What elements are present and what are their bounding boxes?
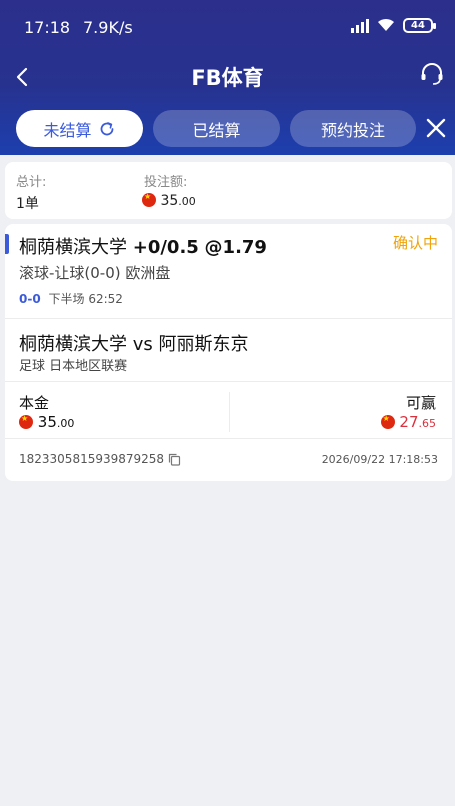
principal-int: 35 [37, 413, 57, 431]
close-icon[interactable] [423, 115, 449, 141]
win-dec: .65 [418, 417, 437, 430]
league-name: 足球 日本地区联赛 [19, 359, 128, 374]
divider [5, 318, 452, 319]
battery-icon: 44 [403, 17, 436, 33]
divider [5, 381, 452, 382]
win-label: 可赢 [405, 394, 436, 412]
amount-label: 投注额: [144, 175, 188, 190]
order-number-value: 1823305815939879258 [19, 452, 165, 466]
match-period: 下半场 62:52 [48, 292, 123, 306]
tab-settled[interactable]: 已结算 [153, 110, 280, 147]
total-value: 1单 [16, 196, 39, 212]
refresh-icon[interactable] [98, 120, 116, 138]
score-value: 0-0 [19, 292, 41, 306]
currency-cny-icon [380, 414, 395, 429]
summary-card: 总计: 1单 投注额: 35.00 [5, 162, 452, 219]
bet-odds: @1.79 [204, 237, 267, 258]
battery-level: 44 [411, 19, 425, 31]
wifi-icon [378, 18, 394, 31]
status-network-speed: 7.9K/s [83, 18, 133, 37]
currency-cny-icon [19, 414, 33, 429]
status-bar: 17:18 7.9K/s 44 [0, 0, 455, 52]
divider [5, 438, 452, 439]
status-time: 17:18 [24, 18, 71, 37]
bet-card[interactable]: 桐荫横滨大学 +0/0.5 @1.79 确认中 滚球-让球(0-0) 欧洲盘 0… [5, 224, 452, 481]
principal-label: 本金 [19, 394, 50, 412]
header: 17:18 7.9K/s 44 FB体育 未结算 已结算 预约投注 [0, 0, 455, 155]
bet-team: 桐荫横滨大学 [19, 237, 127, 258]
tab-unsettled[interactable]: 未结算 [16, 110, 143, 147]
bet-accent-bar [5, 234, 9, 254]
tab-label: 未结算 [43, 120, 92, 140]
currency-cny-icon [142, 192, 156, 207]
amount-value: 35.00 [142, 192, 196, 209]
nav-bar: FB体育 [0, 52, 455, 102]
tab-label: 已结算 [192, 120, 241, 140]
tab-label: 预约投注 [320, 120, 385, 140]
order-number: 1823305815939879258 [19, 452, 181, 466]
win-int: 27 [399, 413, 419, 431]
tab-reserved-bets[interactable]: 预约投注 [290, 110, 416, 147]
tab-bar: 未结算 已结算 预约投注 [0, 107, 455, 151]
principal-dec: .00 [56, 417, 75, 430]
match-name: 桐荫横滨大学 vs 阿丽斯东京 [19, 334, 249, 355]
live-score: 0-0 下半场 62:52 [19, 290, 123, 307]
bet-market-type: 滚球-让球(0-0) 欧洲盘 [19, 264, 171, 282]
bet-handicap: +0/0.5 [132, 237, 199, 258]
bet-timestamp: 2026/09/22 17:18:53 [321, 453, 438, 466]
signal-icon [351, 17, 369, 33]
vertical-divider [229, 392, 230, 432]
principal-value: 35.00 [19, 413, 74, 431]
bet-selection: 桐荫横滨大学 +0/0.5 @1.79 [19, 233, 267, 259]
bet-status-badge: 确认中 [392, 234, 438, 252]
amount-dec: .00 [178, 195, 196, 208]
amount-int: 35 [160, 193, 179, 209]
page-title: FB体育 [191, 66, 264, 90]
headset-icon[interactable] [419, 61, 445, 87]
copy-icon[interactable] [168, 453, 181, 466]
win-value: 27.65 [380, 413, 437, 431]
total-label: 总计: [16, 175, 47, 190]
